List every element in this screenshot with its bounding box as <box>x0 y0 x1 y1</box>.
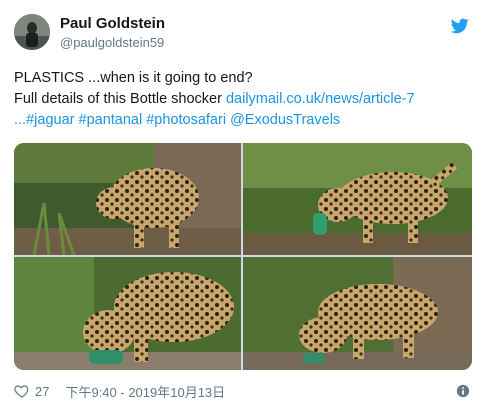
jaguar-photo-1[interactable] <box>14 143 241 255</box>
jaguar-photo-4[interactable] <box>243 257 472 370</box>
media-grid <box>14 143 472 370</box>
tweet-line-3: ...#jaguar #pantanal #photosafari @Exodu… <box>14 110 474 131</box>
article-link-ellipsis[interactable]: ... <box>14 112 26 128</box>
hashtag-jaguar[interactable]: #jaguar <box>26 112 74 128</box>
tweet-card: Paul Goldstein @paulgoldstein59 PLASTICS… <box>0 0 482 409</box>
twitter-bird-icon[interactable] <box>451 18 469 34</box>
tweet-line-2-text: Full details of this Bottle shocker <box>14 91 226 107</box>
mention-exodustravels[interactable]: @ExodusTravels <box>230 112 340 128</box>
heart-icon[interactable] <box>14 383 30 399</box>
tweet-footer: 27 下午9:40 - 2019年10月13日 <box>14 381 225 401</box>
tweet-line-2: Full details of this Bottle shocker dail… <box>14 89 474 110</box>
user-handle[interactable]: @paulgoldstein59 <box>60 35 164 50</box>
like-count[interactable]: 27 <box>35 384 49 399</box>
timestamp[interactable]: 下午9:40 - 2019年10月13日 <box>65 382 225 401</box>
article-link[interactable]: dailymail.co.uk/news/article-7 <box>226 91 415 107</box>
hashtag-pantanal[interactable]: #pantanal <box>79 112 143 128</box>
hashtag-photosafari[interactable]: #photosafari <box>146 112 226 128</box>
tweet-line-1: PLASTICS ...when is it going to end? <box>14 70 253 86</box>
jaguar-photo-3[interactable] <box>14 257 241 370</box>
jaguar-photo-2[interactable] <box>243 143 472 255</box>
tweet-text: PLASTICS ...when is it going to end? Ful… <box>14 68 474 131</box>
info-icon[interactable] <box>456 384 470 398</box>
avatar[interactable] <box>14 14 50 50</box>
user-name[interactable]: Paul Goldstein <box>60 15 165 32</box>
